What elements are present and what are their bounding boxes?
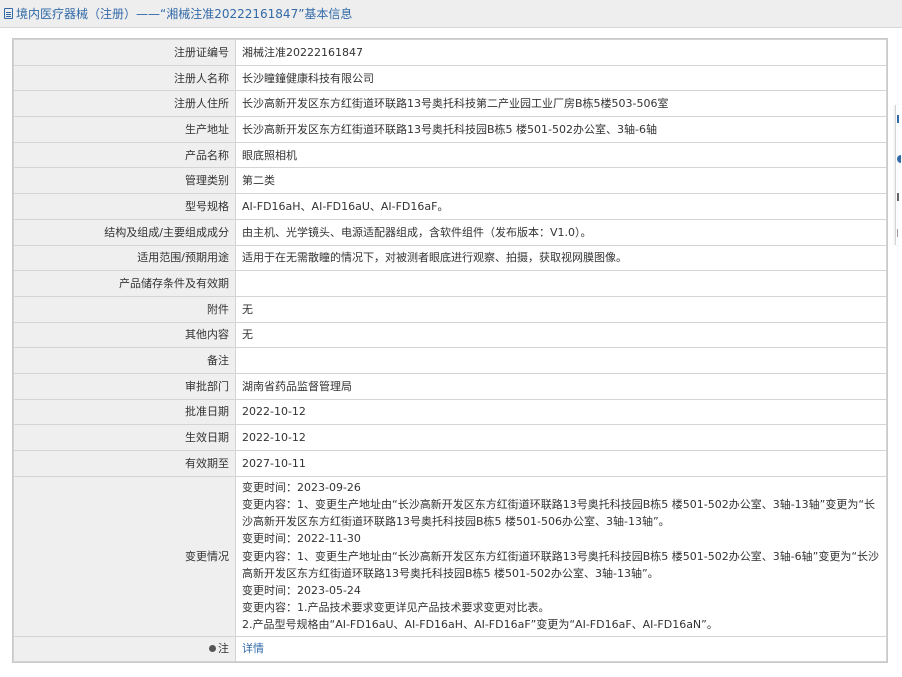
detail-table: 注册证编号 湘械注准20222161847 注册人名称 长沙瞳鐘健康科技有限公司… [12, 38, 888, 664]
row-label: 生效日期 [13, 424, 236, 451]
row-label: 附件 [13, 295, 236, 323]
row-label: 批准日期 [13, 398, 236, 426]
change-line: 变更内容：1、变更生产地址由“长沙高新开发区东方红街道环联路13号奥托科技园B栋… [242, 497, 876, 511]
toolbar-icon[interactable] [897, 115, 902, 123]
table-row: 产品储存条件及有效期 [13, 270, 887, 297]
row-value [235, 347, 887, 374]
table-row: 结构及组成/主要组成成分 由主机、光学镜头、电源适配器组成，含软件组件（发布版本… [13, 218, 887, 246]
table-row: 有效期至 2027-10-11 [13, 450, 887, 477]
note-value: 详情 [235, 635, 887, 663]
row-value: 由主机、光学镜头、电源适配器组成，含软件组件（发布版本：V1.0）。 [235, 218, 887, 246]
side-toolbar [895, 105, 902, 245]
table-row: 生产地址 长沙高新开发区东方红街道环联路13号奥托科技园B栋5 楼501-502… [13, 116, 887, 143]
toolbar-icon[interactable] [897, 229, 902, 237]
table-row-note: 注 详情 [13, 635, 887, 663]
details-link[interactable]: 详情 [242, 642, 264, 655]
table-row: 型号规格 AI-FD16aH、AI-FD16aU、AI-FD16aF。 [13, 193, 887, 220]
change-line: 变更时间：2022-11-30 [242, 532, 361, 546]
row-value: 第二类 [235, 167, 887, 195]
row-value: 2027-10-11 [235, 450, 887, 477]
row-label: 适用范围/预期用途 [13, 244, 236, 272]
table-row: 产品名称 眼底照相机 [13, 141, 887, 169]
changes-label: 变更情况 [13, 475, 236, 637]
row-label: 注册证编号 [13, 39, 236, 66]
table-row: 其他内容 无 [13, 321, 887, 349]
row-value: 无 [235, 295, 887, 323]
change-line: 变更内容：1.产品技术要求变更详见产品技术要求变更对比表。 [242, 601, 550, 615]
toolbar-icon[interactable] [897, 193, 902, 201]
note-label-cell: 注 [13, 635, 236, 663]
row-value: 长沙高新开发区东方红街道环联路13号奥托科技园B栋5 楼501-502办公室、3… [235, 116, 887, 143]
table-row-changes: 变更情况 变更时间：2023-09-26 变更内容：1、变更生产地址由“长沙高新… [13, 475, 887, 637]
row-value: 无 [235, 321, 887, 349]
row-label: 备注 [13, 347, 236, 374]
change-line: 沙高新开发区东方红街道环联路13号奥托科技园B栋5 楼501-506办公室、3轴… [242, 515, 670, 529]
table-row: 管理类别 第二类 [13, 167, 887, 195]
change-line: 变更时间：2023-09-26 [242, 480, 361, 494]
pin-icon [209, 645, 216, 653]
table-row: 备注 [13, 347, 887, 374]
row-value: 长沙瞳鐘健康科技有限公司 [235, 64, 887, 92]
change-line: 变更内容：1、变更生产地址由“长沙高新开发区东方红街道环联路13号奥托科技园B栋… [242, 549, 880, 563]
row-value: 长沙高新开发区东方红街道环联路13号奥托科技第二产业园工业厂房B栋5楼503-5… [235, 90, 887, 118]
table-row: 审批部门 湖南省药品监督管理局 [13, 372, 887, 400]
page-title: 境内医疗器械（注册）——“湘械注准20222161847”基本信息 [16, 7, 353, 21]
table-row: 附件 无 [13, 295, 887, 323]
change-line: 2.产品型号规格由“AI-FD16aU、AI-FD16aH、AI-FD16aF”… [242, 618, 718, 632]
change-line: 变更时间：2023-05-24 [242, 583, 361, 597]
table-row: 注册证编号 湘械注准20222161847 [13, 39, 887, 66]
row-label: 管理类别 [13, 167, 236, 195]
note-label: 注 [218, 642, 229, 656]
table-row: 适用范围/预期用途 适用于在无需散瞳的情况下，对被测者眼底进行观察、拍摄，获取视… [13, 244, 887, 272]
table-row: 批准日期 2022-10-12 [13, 398, 887, 426]
table-row: 注册人住所 长沙高新开发区东方红街道环联路13号奥托科技第二产业园工业厂房B栋5… [13, 90, 887, 118]
row-value: 湘械注准20222161847 [235, 39, 887, 66]
change-line: 高新开发区东方红街道环联路13号奥托科技园B栋5 楼501-502办公室、3轴-… [242, 566, 659, 580]
row-label: 注册人住所 [13, 90, 236, 118]
row-value: 湖南省药品监督管理局 [235, 372, 887, 400]
row-value: 眼底照相机 [235, 141, 887, 169]
row-label: 有效期至 [13, 450, 236, 477]
row-label: 型号规格 [13, 193, 236, 220]
row-value: 2022-10-12 [235, 424, 887, 451]
row-label: 产品储存条件及有效期 [13, 270, 236, 297]
table-row: 注册人名称 长沙瞳鐘健康科技有限公司 [13, 64, 887, 92]
row-label: 生产地址 [13, 116, 236, 143]
row-label: 结构及组成/主要组成成分 [13, 218, 236, 246]
row-label: 审批部门 [13, 372, 236, 400]
row-label: 产品名称 [13, 141, 236, 169]
row-value: 2022-10-12 [235, 398, 887, 426]
row-label: 注册人名称 [13, 64, 236, 92]
page-header: 境内医疗器械（注册）——“湘械注准20222161847”基本信息 [0, 0, 902, 28]
row-value: 适用于在无需散瞳的情况下，对被测者眼底进行观察、拍摄，获取视网膜图像。 [235, 244, 887, 272]
toolbar-icon[interactable] [897, 155, 901, 163]
row-label: 其他内容 [13, 321, 236, 349]
row-value: AI-FD16aH、AI-FD16aU、AI-FD16aF。 [235, 193, 887, 220]
document-icon [4, 8, 13, 19]
row-value [235, 270, 887, 297]
table-row: 生效日期 2022-10-12 [13, 424, 887, 451]
changes-value: 变更时间：2023-09-26 变更内容：1、变更生产地址由“长沙高新开发区东方… [235, 475, 887, 637]
